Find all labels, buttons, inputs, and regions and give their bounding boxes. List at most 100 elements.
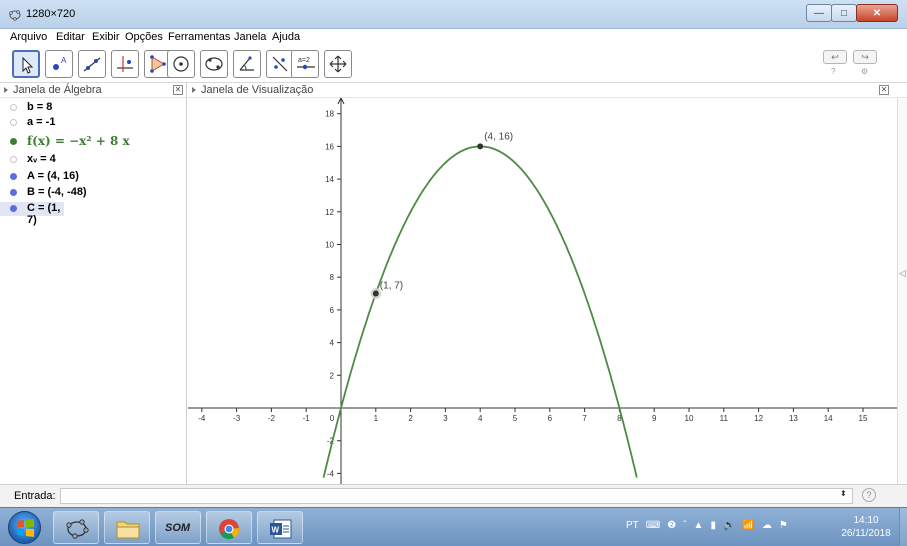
language-indicator[interactable]: PT xyxy=(626,520,639,531)
redo-button[interactable]: ↪ xyxy=(853,50,877,64)
line-tool[interactable] xyxy=(78,50,106,78)
circle-tool[interactable] xyxy=(167,50,195,78)
point-marker xyxy=(477,143,484,150)
ime-toggle-icon[interactable]: ˆ xyxy=(683,520,686,531)
reflect-line-icon xyxy=(272,56,288,72)
maximize-button[interactable]: □ xyxy=(831,4,857,22)
cursor-arrow-icon xyxy=(22,56,34,74)
algebra-item-f[interactable]: f(x) = −x² + 8 x xyxy=(0,133,186,151)
visibility-toggle-icon[interactable] xyxy=(10,205,17,212)
settings-icon[interactable]: ⚙ xyxy=(861,67,868,76)
move-arrows-icon xyxy=(329,55,347,73)
point-label: (1, 7) xyxy=(380,281,403,292)
close-graphics-view-button[interactable]: ✕ xyxy=(879,85,889,95)
angle-tool[interactable] xyxy=(233,50,261,78)
show-hidden-icons-icon[interactable]: ▲ xyxy=(694,520,704,531)
algebra-item-xv[interactable]: xᵥ = 4 xyxy=(0,153,186,167)
show-desktop-button[interactable] xyxy=(899,508,907,546)
x-tick-label: -3 xyxy=(233,414,241,423)
close-algebra-view-button[interactable]: ✕ xyxy=(173,85,183,95)
input-label: Entrada: xyxy=(14,490,56,502)
slider-tool[interactable]: a=2 xyxy=(291,50,319,78)
move-tool[interactable] xyxy=(12,50,40,78)
algebra-item-B[interactable]: B = (-4, -48) xyxy=(0,186,186,200)
visibility-toggle-icon[interactable] xyxy=(10,189,17,196)
menu-ferramentas[interactable]: Ferramentas xyxy=(168,31,230,43)
graphics-view-title: Janela de Visualização xyxy=(201,84,314,96)
collapse-triangle-icon[interactable] xyxy=(192,87,196,93)
collapse-arrow-icon[interactable]: ◁ xyxy=(899,268,906,279)
function-curve xyxy=(322,145,638,478)
y-tick-label: 4 xyxy=(330,339,335,348)
visibility-toggle-icon[interactable] xyxy=(10,173,17,180)
y-tick-label: 18 xyxy=(325,110,334,119)
algebra-item-text: f(x) = −x² + 8 x xyxy=(27,134,130,148)
device-icon[interactable]: ▮ xyxy=(710,520,716,531)
menu-opcoes[interactable]: Opções xyxy=(125,31,163,43)
algebra-view-header: Janela de Álgebra ✕ xyxy=(0,83,187,98)
windows-logo-icon xyxy=(17,519,34,537)
algebra-item-text: A = (4, 16) xyxy=(27,170,79,182)
chrome-icon xyxy=(219,519,239,540)
close-button[interactable]: ✕ xyxy=(856,4,898,22)
cloud-icon[interactable]: ☁ xyxy=(762,520,772,531)
keyboard-icon[interactable]: ⌨ xyxy=(646,520,660,531)
taskbar-word-app[interactable]: W xyxy=(257,511,303,544)
reflect-tool[interactable] xyxy=(266,50,294,78)
algebra-item-text: B = (-4, -48) xyxy=(27,186,87,198)
move-view-tool[interactable] xyxy=(324,50,352,78)
help-tray-icon[interactable]: ❷ xyxy=(667,520,676,531)
y-tick-label: 12 xyxy=(325,208,334,217)
point-label: (4, 16) xyxy=(484,131,513,142)
system-tray: PT ⌨ ❷ ˆ ▲ ▮ 🔈 📶 ☁ ⚑ xyxy=(626,520,788,531)
menu-ajuda[interactable]: Ajuda xyxy=(272,31,300,43)
history-stepper-icon[interactable]: ⬍ xyxy=(840,489,847,498)
visibility-toggle-icon[interactable] xyxy=(10,138,17,145)
word-icon: W xyxy=(270,519,292,539)
algebra-item-b[interactable]: b = 8 xyxy=(0,101,186,115)
menu-editar[interactable]: Editar xyxy=(56,31,85,43)
point-tool[interactable]: A xyxy=(45,50,73,78)
visibility-toggle-icon[interactable] xyxy=(10,119,17,126)
taskbar-som-app[interactable]: SOM xyxy=(155,511,201,544)
visibility-toggle-icon[interactable] xyxy=(10,104,17,111)
minimize-button[interactable]: — xyxy=(806,4,832,22)
input-bar: Entrada: ⬍ ? xyxy=(0,484,907,507)
x-tick-label: 11 xyxy=(720,414,729,423)
menu-janela[interactable]: Janela xyxy=(234,31,266,43)
input-help-icon[interactable]: ? xyxy=(862,488,876,502)
geogebra-app-icon xyxy=(9,10,21,21)
collapse-triangle-icon[interactable] xyxy=(4,87,8,93)
algebra-item-a[interactable]: a = -1 xyxy=(0,116,186,130)
taskbar-chrome-app[interactable] xyxy=(206,511,252,544)
network-icon[interactable]: 📶 xyxy=(742,520,754,531)
x-tick-label: 7 xyxy=(582,414,587,423)
x-tick-label: 2 xyxy=(408,414,413,423)
slider-icon: a=2 xyxy=(297,57,315,70)
side-collapse-strip[interactable]: ◁ xyxy=(897,98,907,484)
algebra-item-A[interactable]: A = (4, 16) xyxy=(0,170,186,184)
polygon-icon xyxy=(150,55,166,73)
x-tick-label: -2 xyxy=(268,414,276,423)
visibility-toggle-icon[interactable] xyxy=(10,156,17,163)
volume-icon[interactable]: 🔈 xyxy=(723,520,735,531)
help-icon[interactable]: ? xyxy=(831,67,835,76)
svg-text:W: W xyxy=(272,526,280,535)
graphics-view[interactable]: -4 -3 -2 -1 0 1 2 3 4 5 6 7 8 9 10 11 12 13 14 15 -4 -2 2 4 6 8 10… xyxy=(188,98,897,484)
conic-tool[interactable] xyxy=(200,50,228,78)
taskbar-geogebra-app[interactable] xyxy=(53,511,99,544)
function-plot[interactable]: -4 -3 -2 -1 0 1 2 3 4 5 6 7 8 9 10 11 12 13 14 15-4-2246810… xyxy=(188,98,897,484)
taskbar-file-explorer-app[interactable] xyxy=(104,511,150,544)
y-tick-label: 6 xyxy=(330,306,335,315)
start-button[interactable] xyxy=(8,511,41,544)
undo-button[interactable]: ↩ xyxy=(823,50,847,64)
clock[interactable]: 14:10 26/11/2018 xyxy=(836,514,896,540)
minimize-icon: — xyxy=(814,7,824,19)
action-center-flag-icon[interactable]: ⚑ xyxy=(779,520,788,531)
input-field[interactable] xyxy=(60,488,853,504)
menu-exibir[interactable]: Exibir xyxy=(92,31,120,43)
perpendicular-tool[interactable] xyxy=(111,50,139,78)
point-icon: A xyxy=(53,56,67,70)
algebra-item-C[interactable]: C = (1, 7) xyxy=(0,202,64,226)
menu-arquivo[interactable]: Arquivo xyxy=(10,31,47,43)
